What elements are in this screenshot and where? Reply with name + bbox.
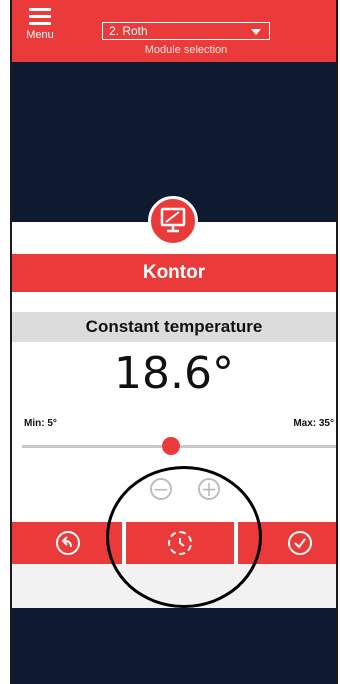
room-title: Kontor — [12, 254, 336, 292]
chevron-down-icon — [251, 29, 261, 35]
module-select-caption: Module selection — [144, 44, 228, 56]
confirm-check-icon — [288, 531, 312, 555]
module-select[interactable]: 2. Roth — [102, 22, 270, 40]
module-select-value: 2. Roth — [109, 24, 148, 38]
back-button[interactable] — [12, 522, 122, 564]
spacer — [12, 292, 336, 312]
bottom-spacer — [12, 564, 336, 608]
schedule-clock-icon — [168, 531, 192, 555]
temperature-value: 18.6° — [114, 348, 234, 399]
temperature-slider-thumb[interactable] — [162, 437, 180, 455]
menu-label: Menu — [26, 29, 54, 41]
plus-icon: + — [200, 477, 218, 501]
max-temperature-label: Max: 35° — [293, 418, 334, 429]
decrease-button[interactable]: − — [150, 477, 172, 501]
schedule-button[interactable] — [126, 522, 234, 564]
action-bar — [12, 522, 336, 564]
menu-button[interactable]: Menu — [20, 6, 60, 58]
minus-icon: − — [152, 477, 170, 501]
bottom-background — [12, 608, 336, 684]
mode-label: Constant temperature — [12, 312, 336, 342]
hamburger-icon — [29, 8, 51, 25]
min-temperature-label: Min: 5° — [24, 418, 57, 429]
back-icon — [56, 531, 80, 555]
device-screen: Menu 2. Roth Module selection Kontor Con… — [10, 0, 338, 684]
app-header: Menu 2. Roth Module selection — [12, 0, 336, 62]
confirm-button[interactable] — [238, 522, 336, 564]
monitor-icon — [148, 196, 198, 246]
temperature-slider-track[interactable] — [22, 445, 336, 448]
increase-button[interactable]: + — [198, 477, 220, 501]
